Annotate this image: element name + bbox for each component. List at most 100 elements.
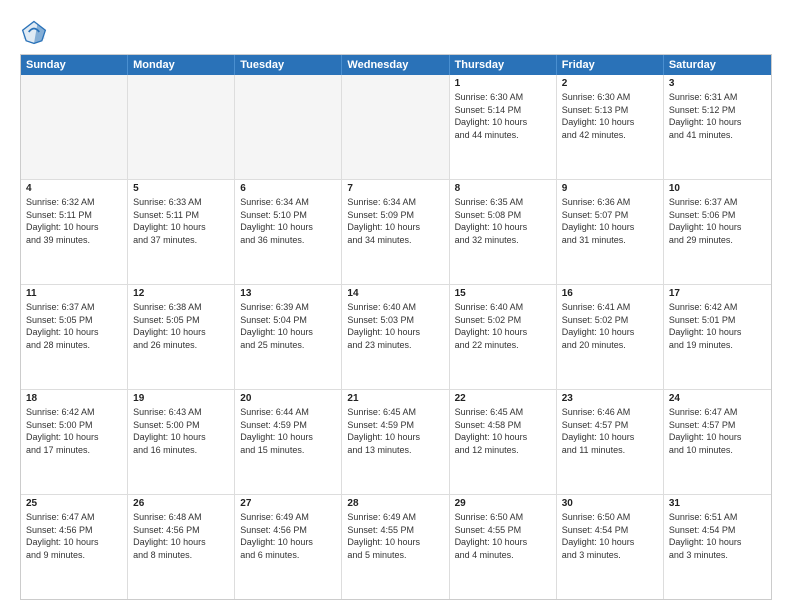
weekday-header-monday: Monday [128,55,235,75]
cell-text-line: and 10 minutes. [669,444,766,457]
cell-text-line: and 17 minutes. [26,444,122,457]
cell-text-line: Daylight: 10 hours [133,221,229,234]
empty-cell [342,75,449,179]
empty-cell [128,75,235,179]
day-number: 17 [669,288,766,299]
cell-text-line: Sunset: 4:54 PM [562,524,658,537]
cell-text-line: Sunset: 4:55 PM [347,524,443,537]
cell-text-line: and 36 minutes. [240,234,336,247]
cell-text-line: Daylight: 10 hours [669,326,766,339]
calendar-row-2: 11Sunrise: 6:37 AMSunset: 5:05 PMDayligh… [21,284,771,389]
cell-text-line: Sunrise: 6:37 AM [26,301,122,314]
cell-text-line: Daylight: 10 hours [669,116,766,129]
cell-text-line: and 3 minutes. [669,549,766,562]
cell-text-line: Daylight: 10 hours [562,326,658,339]
cell-text-line: Sunrise: 6:31 AM [669,91,766,104]
cell-text-line: Sunrise: 6:42 AM [669,301,766,314]
cell-text-line: Sunrise: 6:50 AM [562,511,658,524]
day-cell-16: 16Sunrise: 6:41 AMSunset: 5:02 PMDayligh… [557,285,664,389]
cell-text-line: Sunrise: 6:51 AM [669,511,766,524]
cell-text-line: Sunset: 5:10 PM [240,209,336,222]
cell-text-line: Daylight: 10 hours [562,116,658,129]
weekday-header-sunday: Sunday [21,55,128,75]
calendar-row-4: 25Sunrise: 6:47 AMSunset: 4:56 PMDayligh… [21,494,771,599]
cell-text-line: and 11 minutes. [562,444,658,457]
cell-text-line: and 9 minutes. [26,549,122,562]
cell-text-line: Sunset: 5:11 PM [26,209,122,222]
cell-text-line: Sunrise: 6:44 AM [240,406,336,419]
cell-text-line: Sunrise: 6:47 AM [669,406,766,419]
cell-text-line: Daylight: 10 hours [240,221,336,234]
cell-text-line: Daylight: 10 hours [133,431,229,444]
weekday-header-saturday: Saturday [664,55,771,75]
cell-text-line: Sunrise: 6:30 AM [562,91,658,104]
day-cell-29: 29Sunrise: 6:50 AMSunset: 4:55 PMDayligh… [450,495,557,599]
cell-text-line: Sunrise: 6:45 AM [455,406,551,419]
cell-text-line: Sunrise: 6:32 AM [26,196,122,209]
empty-cell [21,75,128,179]
calendar-row-0: 1Sunrise: 6:30 AMSunset: 5:14 PMDaylight… [21,75,771,179]
day-number: 31 [669,498,766,509]
logo [20,18,52,46]
cell-text-line: and 31 minutes. [562,234,658,247]
cell-text-line: Daylight: 10 hours [240,326,336,339]
day-cell-25: 25Sunrise: 6:47 AMSunset: 4:56 PMDayligh… [21,495,128,599]
cell-text-line: Sunset: 5:08 PM [455,209,551,222]
day-cell-22: 22Sunrise: 6:45 AMSunset: 4:58 PMDayligh… [450,390,557,494]
cell-text-line: and 23 minutes. [347,339,443,352]
day-number: 18 [26,393,122,404]
weekday-header-tuesday: Tuesday [235,55,342,75]
cell-text-line: Sunrise: 6:39 AM [240,301,336,314]
day-cell-30: 30Sunrise: 6:50 AMSunset: 4:54 PMDayligh… [557,495,664,599]
cell-text-line: Daylight: 10 hours [669,536,766,549]
cell-text-line: Sunrise: 6:46 AM [562,406,658,419]
cell-text-line: and 44 minutes. [455,129,551,142]
day-number: 15 [455,288,551,299]
calendar-header: SundayMondayTuesdayWednesdayThursdayFrid… [21,55,771,75]
cell-text-line: Daylight: 10 hours [455,326,551,339]
day-cell-31: 31 Sunrise: 6:51 AMSunset: 4:54 PMDayligh… [664,495,771,599]
cell-text-line: Daylight: 10 hours [669,431,766,444]
cell-text-line: Sunset: 4:54 PM [669,524,766,537]
cell-text-line: and 26 minutes. [133,339,229,352]
cell-text-line: Sunset: 5:05 PM [133,314,229,327]
day-cell-27: 27Sunrise: 6:49 AMSunset: 4:56 PMDayligh… [235,495,342,599]
cell-text-line: and 16 minutes. [133,444,229,457]
cell-text-line: and 3 minutes. [562,549,658,562]
cell-text-line: Sunset: 5:07 PM [562,209,658,222]
cell-text-line: Sunrise: 6:49 AM [240,511,336,524]
cell-text-line: and 19 minutes. [669,339,766,352]
cell-text-line: Daylight: 10 hours [26,536,122,549]
cell-text-line: Sunset: 5:12 PM [669,104,766,117]
cell-text-line: and 39 minutes. [26,234,122,247]
cell-text-line: and 13 minutes. [347,444,443,457]
cell-text-line: Sunrise: 6:37 AM [669,196,766,209]
cell-text-line: Sunrise: 6:40 AM [455,301,551,314]
cell-text-line: Sunset: 5:09 PM [347,209,443,222]
day-number: 21 [347,393,443,404]
day-number: 13 [240,288,336,299]
day-cell-1: 1Sunrise: 6:30 AMSunset: 5:14 PMDaylight… [450,75,557,179]
header [20,18,772,46]
cell-text-line: Daylight: 10 hours [562,431,658,444]
day-cell-6: 6Sunrise: 6:34 AMSunset: 5:10 PMDaylight… [235,180,342,284]
day-cell-14: 14Sunrise: 6:40 AMSunset: 5:03 PMDayligh… [342,285,449,389]
day-cell-5: 5Sunrise: 6:33 AMSunset: 5:11 PMDaylight… [128,180,235,284]
cell-text-line: Sunset: 5:05 PM [26,314,122,327]
cell-text-line: Sunrise: 6:33 AM [133,196,229,209]
cell-text-line: Sunrise: 6:41 AM [562,301,658,314]
day-cell-18: 18Sunrise: 6:42 AMSunset: 5:00 PMDayligh… [21,390,128,494]
cell-text-line: Sunrise: 6:48 AM [133,511,229,524]
day-number: 20 [240,393,336,404]
cell-text-line: Sunset: 4:57 PM [562,419,658,432]
cell-text-line: Sunset: 5:02 PM [455,314,551,327]
cell-text-line: and 4 minutes. [455,549,551,562]
cell-text-line: Sunrise: 6:30 AM [455,91,551,104]
cell-text-line: Daylight: 10 hours [347,536,443,549]
cell-text-line: Sunrise: 6:49 AM [347,511,443,524]
cell-text-line: Sunset: 4:59 PM [240,419,336,432]
calendar-body: 1Sunrise: 6:30 AMSunset: 5:14 PMDaylight… [21,75,771,599]
cell-text-line: Sunset: 4:59 PM [347,419,443,432]
day-number: 19 [133,393,229,404]
day-number: 30 [562,498,658,509]
